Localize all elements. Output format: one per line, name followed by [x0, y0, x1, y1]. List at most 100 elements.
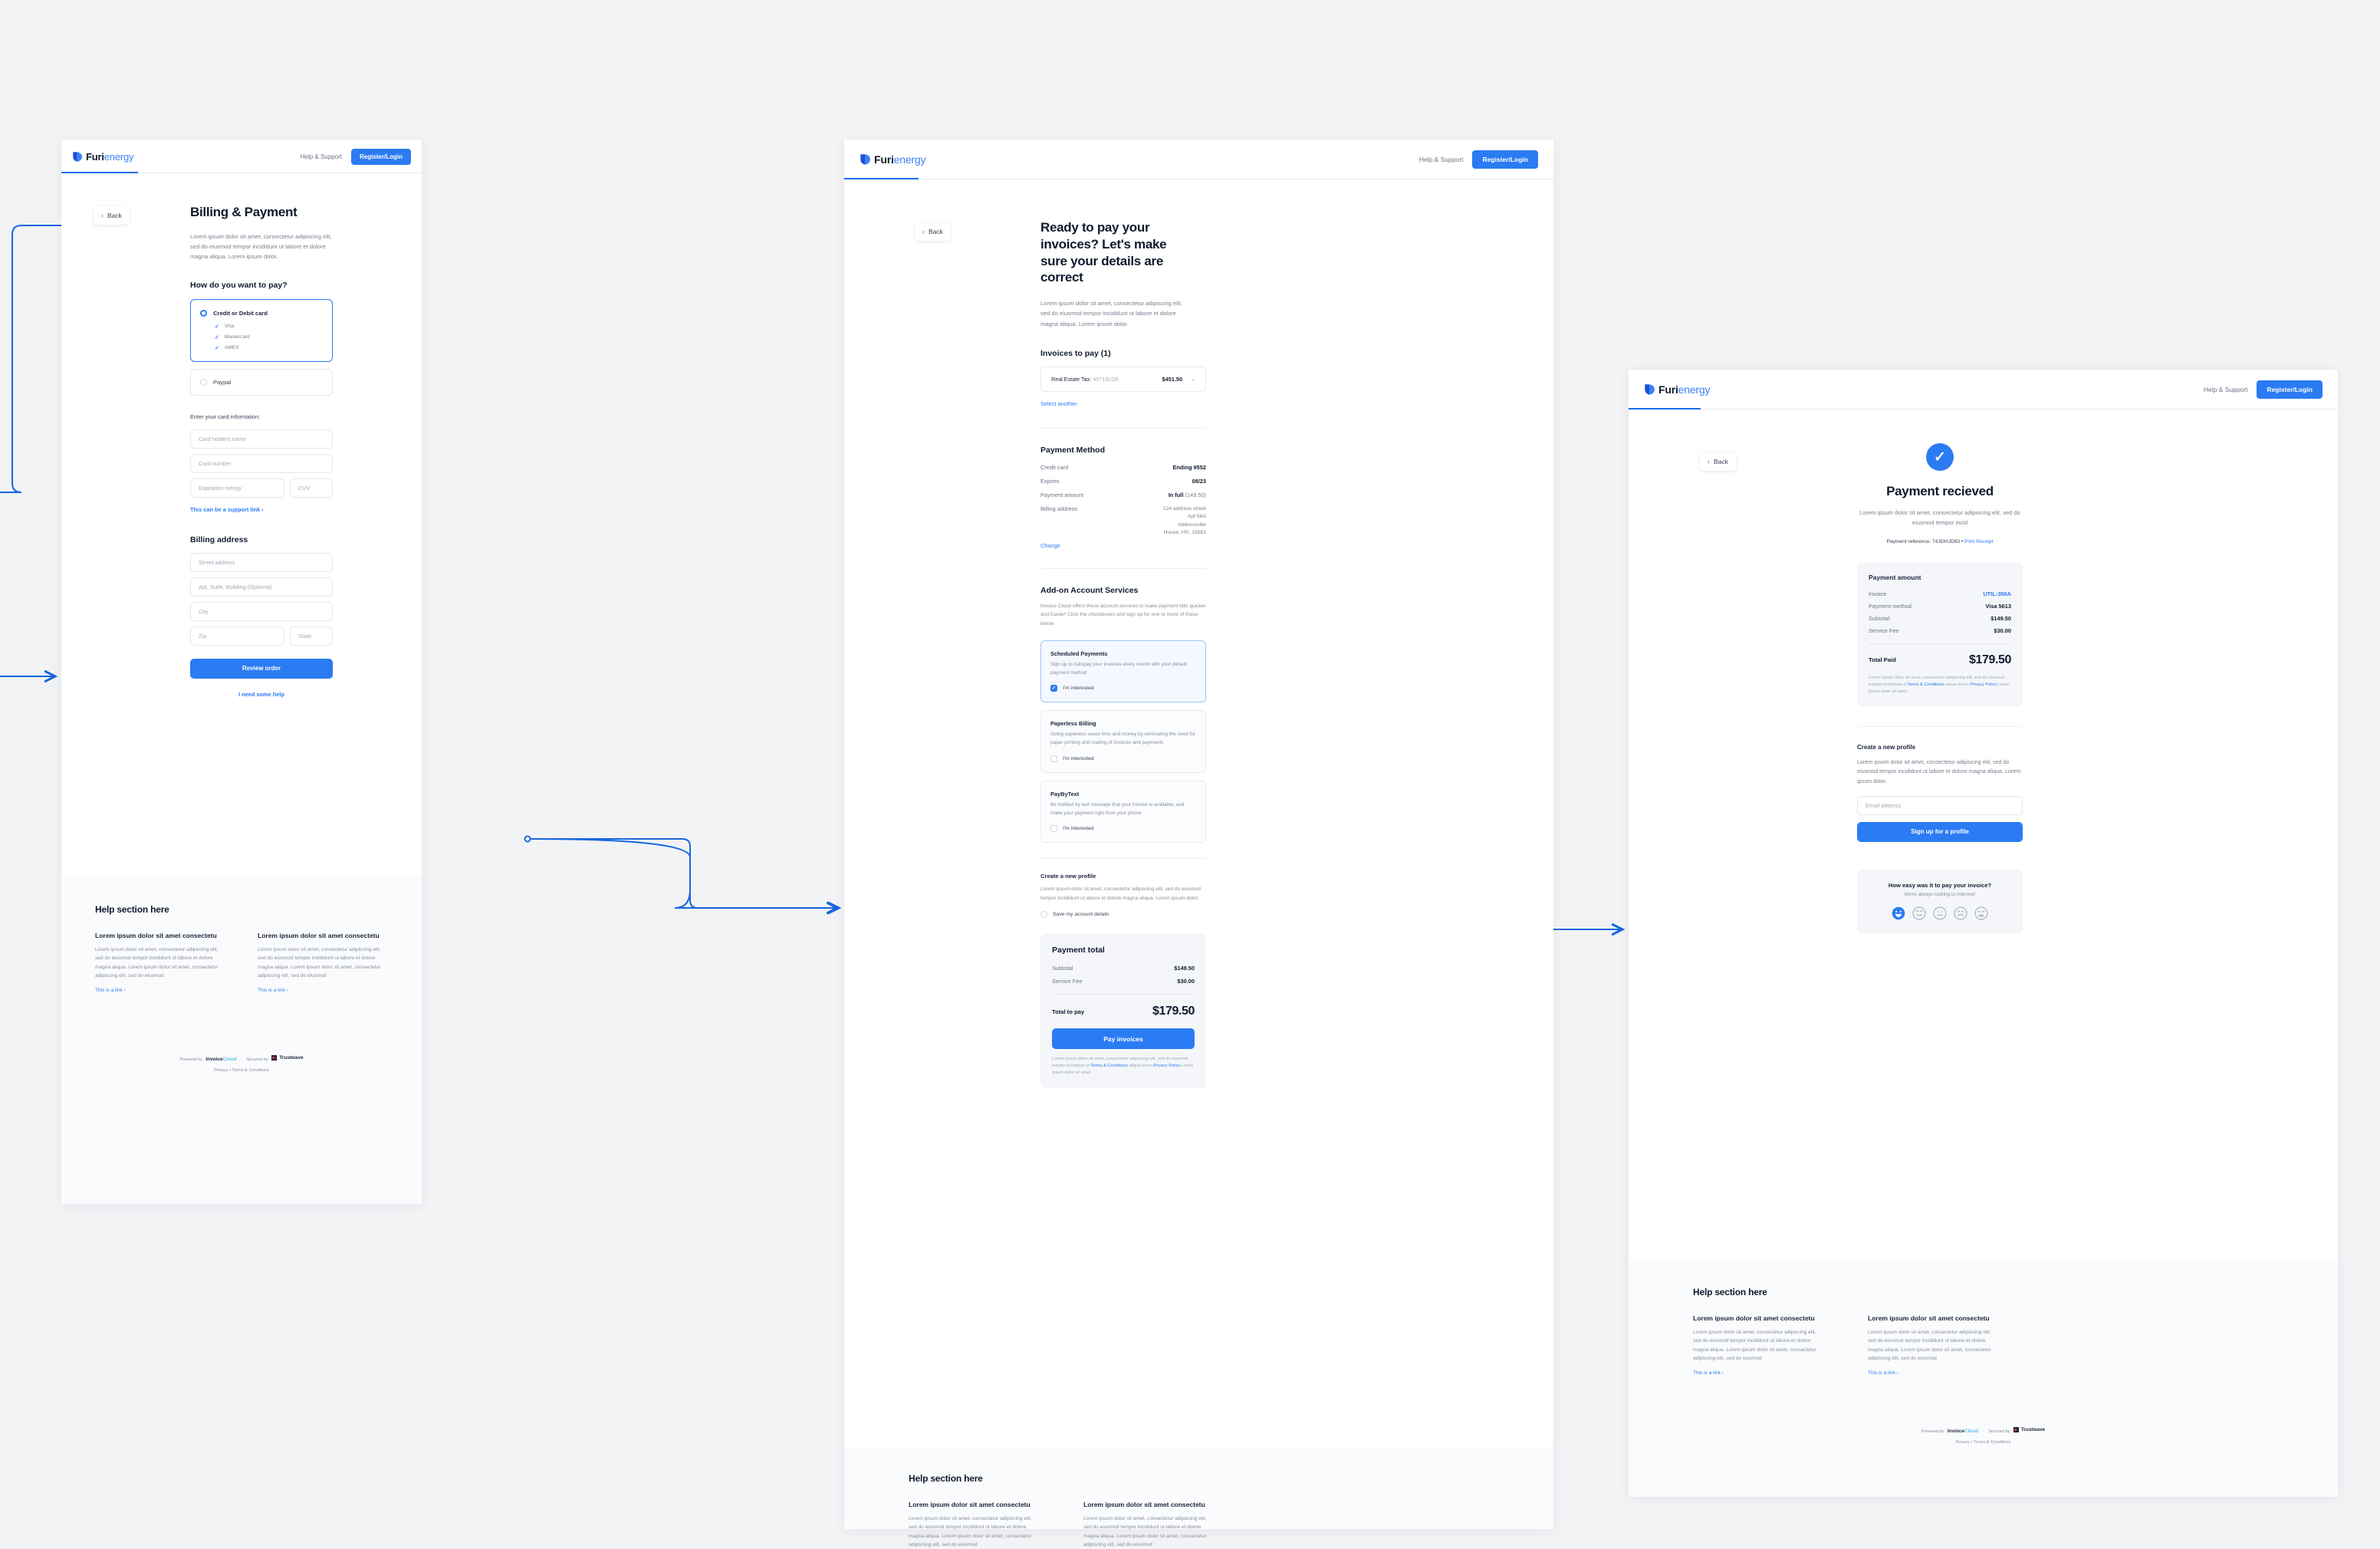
secured-by-group: Secured by Trustwave: [247, 1051, 304, 1064]
service-card-scheduled-payments[interactable]: Scheduled Payments Sign up to Autopay yo…: [1040, 640, 1206, 703]
service-title: Paperless Billing: [1050, 720, 1096, 728]
help-column: Lorem ipsum dolor sit amet consectetu Lo…: [1693, 1314, 1825, 1378]
payment-option-paypal[interactable]: Paypal: [190, 368, 333, 396]
payment-option-credit-card[interactable]: Credit or Debit card ✓ Visa ✓ Mastercard ✓…: [190, 298, 333, 362]
city-input[interactable]: [190, 601, 333, 621]
face-grin-icon[interactable]: [1892, 906, 1905, 920]
service-checkbox-row[interactable]: I'm interested: [1050, 755, 1196, 762]
help-col-heading: Lorem ipsum dolor sit amet consectetu: [1083, 1501, 1205, 1508]
back-button-screen2[interactable]: ‹ Back: [915, 222, 951, 241]
zip-state-row: [190, 626, 333, 646]
cvv-input[interactable]: [290, 478, 333, 498]
pay-question-heading: How do you want to pay?: [190, 280, 288, 290]
row-value: $30.00: [1994, 627, 2011, 634]
apt-suite-input[interactable]: [190, 577, 333, 597]
payment-total-heading: Payment total: [1052, 946, 1105, 955]
footer-badges: Powered by InvoiceCloud Secured by Trust…: [95, 1051, 388, 1064]
row-value[interactable]: UTIL-356A: [1983, 590, 2011, 597]
help-col-body: Lorem ipsum dolor sit amet, consectetur …: [1083, 1516, 1207, 1547]
terms-link[interactable]: Terms & Conditions: [1907, 682, 1944, 687]
service-card-paybytext[interactable]: PayByText Be notified by text message th…: [1040, 780, 1206, 844]
furi-logo-icon: [860, 154, 870, 165]
total-label: Total Paid: [1869, 656, 1896, 664]
checkbox-label: I'm interested: [1063, 686, 1094, 692]
service-card-paperless-billing[interactable]: Paperless Billing Going paperless saves …: [1040, 710, 1206, 773]
privacy-link[interactable]: Privacy Policy: [1153, 1064, 1179, 1068]
row-key: Credit card: [1040, 463, 1069, 471]
brand-logo[interactable]: Furienergy: [1644, 383, 1710, 396]
terms-link[interactable]: Terms & Conditions: [1090, 1064, 1128, 1068]
radio-credit-card-icon: [200, 309, 207, 317]
back-button-screen1[interactable]: ‹ Back: [94, 206, 130, 225]
checkbox-unchecked-icon: [1040, 911, 1047, 919]
secured-by-label: Secured by: [1988, 1429, 2010, 1435]
help-col-link[interactable]: This is a link ›: [1693, 1370, 1724, 1376]
help-section-screen1: Help section here Lorem ipsum dolor sit …: [61, 876, 422, 1204]
brand-logo[interactable]: Furienergy: [860, 153, 925, 166]
service-checkbox-row[interactable]: I'm interested: [1050, 825, 1196, 833]
help-columns: Lorem ipsum dolor sit amet consectetu Lo…: [909, 1501, 1489, 1549]
progress-indicator: [1629, 408, 1701, 409]
brand-logo[interactable]: Furienergy: [72, 151, 134, 163]
privacy-link[interactable]: Privacy: [214, 1068, 228, 1073]
card-holder-input[interactable]: [190, 429, 333, 449]
save-account-checkbox-row[interactable]: Save my account details: [1040, 911, 1206, 919]
chevron-right-icon: ›: [261, 505, 264, 513]
help-col-link[interactable]: This is a link ›: [95, 988, 126, 993]
billing-address-heading: Billing address: [190, 534, 248, 544]
register-login-button[interactable]: Register/Login: [1472, 150, 1538, 169]
print-receipt-link[interactable]: Print Receipt: [1964, 539, 1993, 544]
trustwave-mark-icon: [2013, 1427, 2019, 1433]
change-payment-link[interactable]: Change: [1040, 542, 1060, 549]
register-login-button[interactable]: Register/Login: [2257, 380, 2322, 399]
street-address-input[interactable]: [190, 552, 333, 572]
invoice-row[interactable]: Real Estate Tax: 45713LG5 $451.50 ⌄: [1040, 366, 1206, 392]
total-label: Total to pay: [1052, 1008, 1085, 1015]
create-profile-heading: Create a new profile: [1040, 873, 1096, 880]
help-col-link[interactable]: This is a link ›: [258, 988, 288, 993]
privacy-link[interactable]: Privacy: [1956, 1440, 1970, 1445]
face-neutral-icon[interactable]: [1933, 906, 1947, 920]
select-another-link[interactable]: Select another: [1040, 400, 1077, 407]
review-order-button[interactable]: Review order: [190, 658, 333, 679]
register-login-button[interactable]: Register/Login: [350, 148, 411, 165]
privacy-link[interactable]: Privacy Policy: [1970, 682, 1996, 687]
summary-row: Invoice UTIL-356A: [1869, 590, 2011, 597]
terms-link[interactable]: Terms & Conditions: [232, 1068, 269, 1073]
need-help-link[interactable]: I need some help: [238, 691, 284, 698]
terms-link[interactable]: Terms & Conditions: [1974, 1440, 2011, 1445]
row-key: Subtotal: [1869, 614, 1890, 622]
nav-right-screen2: Help & Support Register/Login: [1419, 150, 1538, 169]
payment-method-options: Credit or Debit card ✓ Visa ✓ Mastercard ✓…: [190, 298, 333, 396]
screen3-content-column: ✓ Payment recieved Lorem ipsum dolor sit…: [1857, 409, 2023, 933]
email-address-input[interactable]: [1857, 795, 2023, 815]
pay-invoices-button[interactable]: Pay invoices: [1052, 1028, 1195, 1050]
service-checkbox-row[interactable]: I'm interested: [1050, 685, 1196, 692]
state-input[interactable]: [290, 626, 333, 646]
feedback-panel: How easy was it to pay your invoice? We'…: [1857, 869, 2023, 933]
billing-address-value: 124 address street Apt 56A Addressville …: [1162, 505, 1206, 536]
chevron-down-icon[interactable]: ⌄: [1191, 376, 1195, 382]
row-value: Visa 5613: [1985, 602, 2011, 610]
row-value-muted: (149.50): [1185, 491, 1206, 498]
page-body-screen1: ‹ Back Billing & Payment Lorem ipsum dol…: [61, 173, 422, 876]
screen-billing-payment: Furienergy Help & Support Register/Login…: [61, 140, 422, 1204]
help-col-body: Lorem ipsum dolor sit amet, consectetur …: [1693, 1330, 1816, 1361]
checkbox-label: I'm interested: [1063, 826, 1094, 832]
paypal-radio-row: Paypal: [200, 378, 323, 386]
help-support-link[interactable]: Help & Support: [1419, 156, 1464, 163]
expiration-input[interactable]: [190, 478, 284, 498]
card-number-input[interactable]: [190, 453, 333, 473]
help-support-link[interactable]: Help & Support: [2204, 386, 2248, 393]
face-smile-icon[interactable]: [1912, 906, 1926, 920]
help-col-link[interactable]: This is a link ›: [1868, 1370, 1898, 1376]
zip-input[interactable]: [190, 626, 284, 646]
back-button-screen3[interactable]: ‹ Back: [1700, 452, 1736, 471]
face-distress-icon[interactable]: [1974, 906, 1988, 920]
check-icon: ✓: [1934, 449, 1946, 465]
signup-profile-button[interactable]: Sign up for a profile: [1857, 821, 2023, 842]
support-link[interactable]: This can be a support link ›: [190, 506, 264, 513]
face-frown-icon[interactable]: [1954, 906, 1967, 920]
help-support-link[interactable]: Help & Support: [301, 153, 342, 160]
help-col-body: Lorem ipsum dolor sit amet, consectetur …: [1868, 1330, 1991, 1361]
